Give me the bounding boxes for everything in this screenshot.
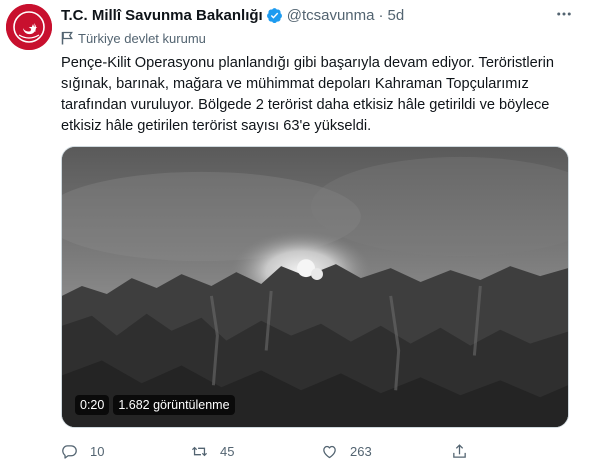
- retweet-button[interactable]: 45: [191, 443, 321, 460]
- reply-button[interactable]: 10: [61, 443, 191, 460]
- video-views: 1.682 görüntülenme: [113, 395, 235, 415]
- display-name[interactable]: T.C. Millî Savunma Bakanlığı: [61, 7, 263, 24]
- account-label: Türkiye devlet kurumu: [61, 30, 206, 46]
- reply-icon: [61, 443, 90, 460]
- action-bar: 10 45 263: [61, 440, 581, 462]
- share-icon: [451, 443, 480, 460]
- video-thumbnail: [62, 147, 568, 427]
- video-player[interactable]: 0:20 1.682 görüntülenme: [61, 146, 569, 428]
- timestamp[interactable]: 5d: [387, 7, 404, 24]
- reply-count: 10: [90, 443, 105, 459]
- video-meta: 0:20 1.682 görüntülenme: [75, 395, 235, 415]
- share-button[interactable]: [451, 443, 480, 460]
- video-duration: 0:20: [75, 395, 110, 415]
- avatar[interactable]: [6, 4, 52, 50]
- like-count: 263: [350, 443, 372, 459]
- more-icon[interactable]: [551, 3, 577, 25]
- account-label-text: Türkiye devlet kurumu: [78, 30, 206, 46]
- tweet-header: T.C. Millî Savunma Bakanlığı @tcsavunma …: [61, 5, 404, 25]
- handle[interactable]: @tcsavunma: [287, 7, 375, 24]
- flag-icon: [61, 31, 73, 45]
- like-icon: [321, 443, 350, 460]
- retweet-icon: [191, 443, 220, 460]
- separator-dot: ·: [378, 6, 384, 24]
- retweet-count: 45: [220, 443, 235, 459]
- tweet-text: Pençe-Kilit Operasyonu planlandığı gibi …: [61, 55, 554, 134]
- verified-badge-icon: [266, 7, 283, 24]
- like-button[interactable]: 263: [321, 443, 451, 460]
